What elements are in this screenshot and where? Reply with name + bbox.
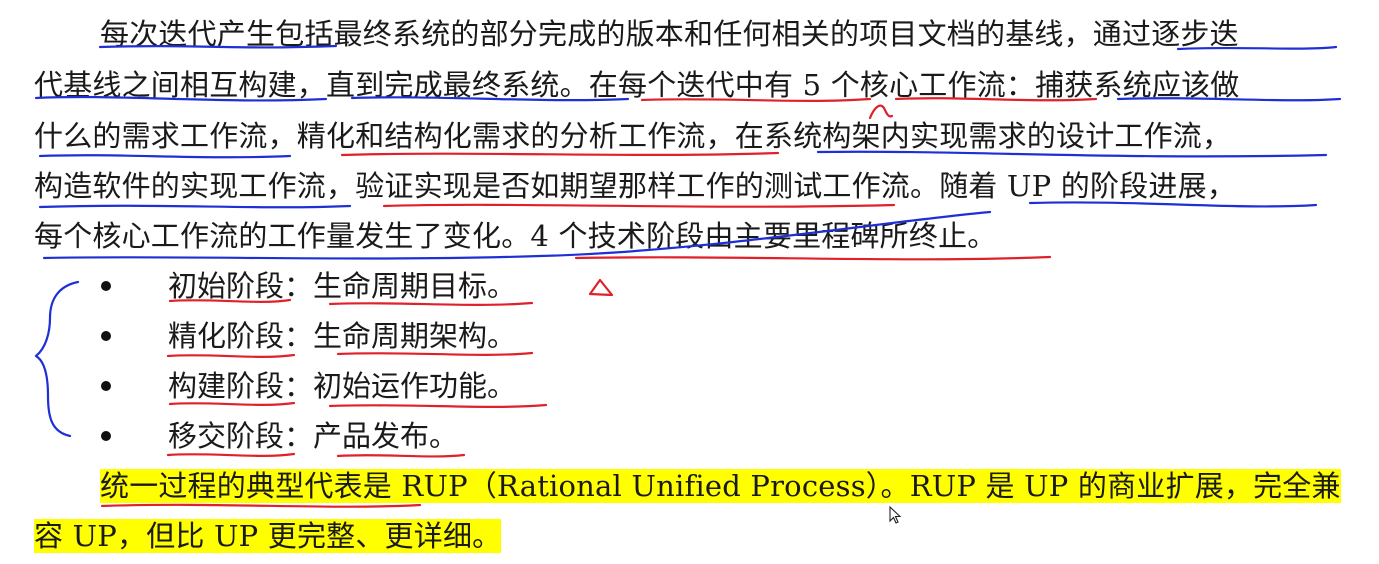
phase-milestone: 初始运作功能。 xyxy=(313,369,517,403)
paragraph2-line2: 容 UP，但比 UP 更完整、更详细。 xyxy=(34,511,502,561)
paragraph1-line2: 代基线之间相互构建，直到完成最终系统。在每个迭代中有 5 个核心工作流：捕获系统… xyxy=(34,68,1240,102)
paragraph2-line1: 统一过程的典型代表是 RUP（Rational Unified Process）… xyxy=(100,461,1341,511)
highlighted-text: 容 UP，但比 UP 更完整、更详细。 xyxy=(34,519,502,553)
phase-milestone: 生命周期目标。 xyxy=(313,269,517,303)
phase-milestone: 产品发布。 xyxy=(313,419,459,453)
phase-name: 移交阶段 xyxy=(168,419,285,453)
mouse-cursor-icon xyxy=(889,506,902,524)
highlighted-text: 统一过程的典型代表是 RUP（Rational Unified Process）… xyxy=(100,469,1341,503)
phase-name: 精化阶段 xyxy=(168,319,285,353)
paragraph1-line4: 构造软件的实现工作流，验证实现是否如期望那样工作的测试工作流。随着 UP 的阶段… xyxy=(34,169,1236,203)
phase-name: 构建阶段 xyxy=(168,369,285,403)
curly-brace xyxy=(34,280,80,438)
bullet-icon xyxy=(101,281,111,291)
bullet-icon xyxy=(101,331,111,341)
paragraph1-line1: 每次迭代产生包括最终系统的部分完成的版本和任何相关的项目文档的基线，通过逐步迭 xyxy=(100,17,1239,51)
triangle-mark xyxy=(588,278,614,297)
bullet-icon xyxy=(101,431,111,441)
paragraph1-line5: 每个核心工作流的工作量发生了变化。4 个技术阶段由主要里程碑所终止。 xyxy=(34,219,997,253)
paragraph1-line3: 什么的需求工作流，精化和结构化需求的分析工作流，在系统构架内实现需求的设计工作流… xyxy=(34,119,1232,153)
phase-milestone: 生命周期架构。 xyxy=(313,319,517,353)
bullet-icon xyxy=(101,381,111,391)
phase-name: 初始阶段 xyxy=(168,269,285,303)
